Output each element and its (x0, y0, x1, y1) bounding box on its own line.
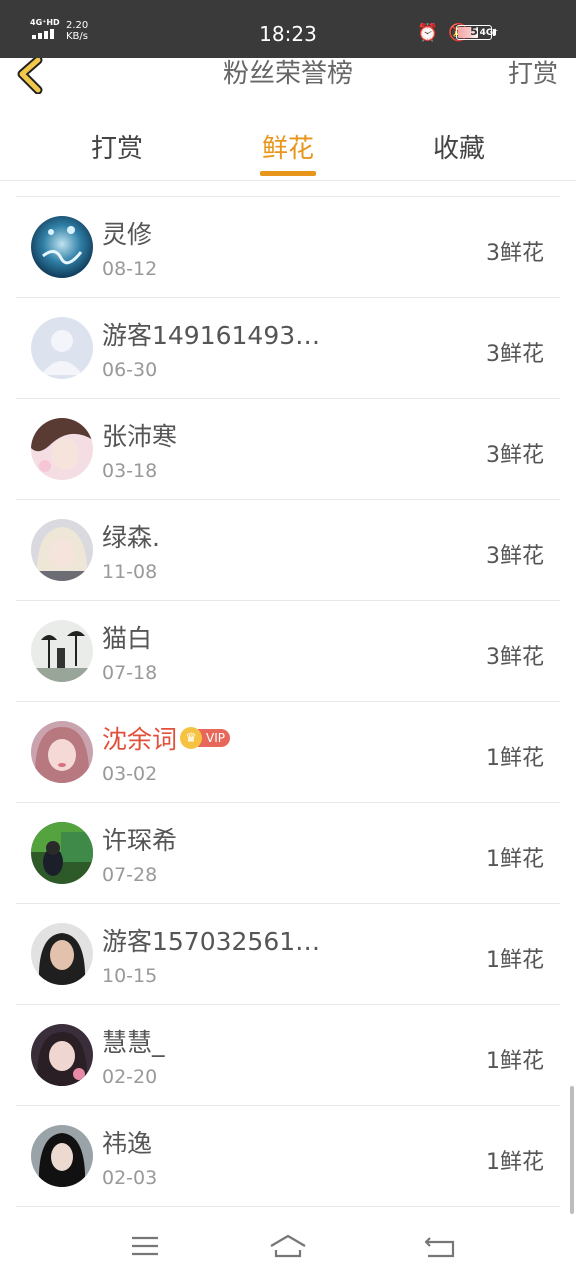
fan-row[interactable]: 游客157032561… 10-15 1鲜花 (16, 904, 560, 1005)
avatar-3-icon[interactable] (31, 418, 93, 480)
fan-name: 许琛希 (102, 826, 178, 855)
nav-bar: 粉丝荣誉榜 打赏 (0, 55, 576, 109)
fan-amount: 3鲜花 (486, 645, 544, 670)
active-tab-indicator (260, 171, 316, 176)
avatar-7-icon[interactable] (31, 822, 93, 884)
fan-date: 11-08 (102, 561, 158, 583)
avatar-10-icon[interactable] (31, 1125, 93, 1187)
fan-date: 03-18 (102, 460, 158, 482)
scrollbar[interactable] (570, 1086, 574, 1214)
fan-date: 03-02 (102, 763, 158, 785)
fan-amount: 3鲜花 (486, 342, 544, 367)
fan-name: 祎逸 (102, 1129, 153, 1158)
fan-date: 02-03 (102, 1167, 158, 1189)
avatar-8-icon[interactable] (31, 923, 93, 985)
fan-amount: 1鲜花 (486, 847, 544, 872)
fan-amount: 1鲜花 (486, 1049, 544, 1074)
default-avatar-icon[interactable] (31, 317, 93, 379)
fan-row[interactable]: 慧慧_ 02-20 1鲜花 (16, 1005, 560, 1106)
fan-name: 游客149161493… (102, 321, 321, 350)
fan-row[interactable]: 灵修 08-12 3鲜花 (16, 197, 560, 298)
home-button[interactable] (268, 1232, 308, 1262)
fan-name: 绿森. (102, 523, 160, 552)
menu-icon (132, 1236, 158, 1256)
back-nav-button[interactable] (420, 1232, 460, 1262)
reward-button[interactable]: 打赏 (508, 58, 558, 90)
fan-amount: 1鲜花 (486, 1150, 544, 1175)
fan-amount: 3鲜花 (486, 241, 544, 266)
avatar-1-icon[interactable] (31, 216, 93, 278)
fan-name-vip: 沈余词 ♛ VIP (102, 720, 230, 756)
fan-amount: 1鲜花 (486, 746, 544, 771)
fan-name: 慧慧_ (102, 1028, 165, 1057)
fan-date: 10-15 (102, 965, 158, 987)
avatar-4-icon[interactable] (31, 519, 93, 581)
alarm-icon: ⏰ (417, 23, 439, 43)
fan-name: 游客157032561… (102, 927, 321, 956)
fan-amount: 1鲜花 (486, 948, 544, 973)
fan-date: 02-20 (102, 1066, 158, 1088)
fan-date: 07-28 (102, 864, 158, 886)
tab-flowers[interactable]: 鲜花 (228, 128, 348, 165)
vip-badge: ♛ VIP (180, 727, 230, 749)
return-icon (424, 1237, 455, 1258)
menu-button[interactable] (125, 1232, 165, 1262)
fan-row[interactable]: 张沛寒 03-18 3鲜花 (16, 399, 560, 500)
home-icon (270, 1234, 306, 1258)
fan-date: 07-18 (102, 662, 158, 684)
battery-tip (493, 29, 496, 36)
battery-icon: 5 (456, 25, 492, 40)
status-bar: 4G⁺HD 2.20 KB/s 18:23 ⏰ 🔕 4G⁺ 5 (0, 0, 576, 58)
fan-name: 沈余词 (102, 725, 178, 754)
fan-row[interactable]: 绿森. 11-08 3鲜花 (16, 500, 560, 601)
fan-list: 灵修 08-12 3鲜花 游客149161493… 06-30 3鲜花 张沛寒 … (16, 196, 560, 1207)
page-title: 粉丝荣誉榜 (222, 59, 353, 89)
fan-name: 张沛寒 (102, 422, 178, 451)
fan-amount: 3鲜花 (486, 544, 544, 569)
tab-bar: 打赏 鲜花 收藏 (0, 108, 576, 181)
vip-label: VIP (198, 729, 230, 747)
avatar-5-icon[interactable] (31, 620, 93, 682)
tab-reward[interactable]: 打赏 (57, 128, 177, 165)
fan-date: 06-30 (102, 359, 158, 381)
tab-favorites[interactable]: 收藏 (399, 128, 519, 165)
fan-row[interactable]: 猫白 07-18 3鲜花 (16, 601, 560, 702)
fan-date: 08-12 (102, 258, 158, 280)
avatar-6-icon[interactable] (31, 721, 93, 783)
crown-icon: ♛ (180, 727, 203, 749)
fan-row[interactable]: 游客149161493… 06-30 3鲜花 (16, 298, 560, 399)
battery-level: 5 (470, 25, 478, 38)
avatar-9-icon[interactable] (31, 1024, 93, 1086)
system-nav-bar (0, 1214, 576, 1280)
fan-row[interactable]: 许琛希 07-28 1鲜花 (16, 803, 560, 904)
fan-amount: 3鲜花 (486, 443, 544, 468)
fan-row[interactable]: 祎逸 02-03 1鲜花 (16, 1106, 560, 1207)
fan-row[interactable]: 沈余词 ♛ VIP 03-02 1鲜花 (16, 702, 560, 803)
fan-name: 猫白 (102, 624, 153, 653)
fan-name: 灵修 (102, 220, 153, 249)
